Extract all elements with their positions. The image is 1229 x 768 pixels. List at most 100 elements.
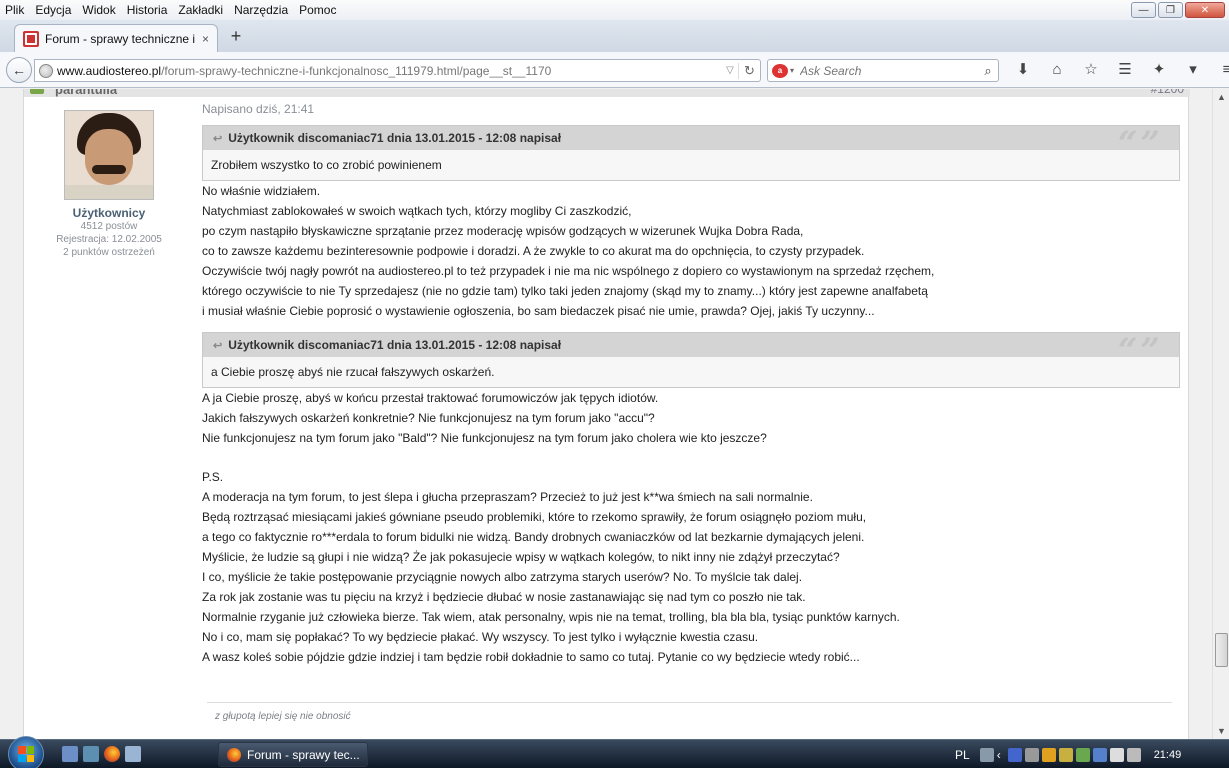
firefox-icon [227,747,241,762]
scroll-down-icon[interactable]: ▼ [1213,723,1229,739]
back-button[interactable]: ← [6,57,32,83]
quicklaunch-app-icon[interactable] [125,746,141,762]
paragraph-2: A ja Ciebie proszę, abyś w końcu przesta… [202,388,1182,448]
dropdown-icon[interactable]: ▾ [1176,60,1210,80]
toolbar-icons: ⬇ ⌂ ☆ ☰ ✦ ▾ ≡ [1006,60,1229,80]
tray-app-icon[interactable] [1075,747,1090,762]
language-indicator[interactable]: PL [955,748,970,762]
close-tab-icon[interactable]: × [202,32,209,46]
menu-history[interactable]: Historia [126,3,169,17]
show-desktop-icon[interactable] [62,746,78,762]
taskbar-window-title: Forum - sprawy tec... [247,747,360,762]
keyboard-icon[interactable] [979,747,994,762]
menu-tools[interactable]: Narzędzia [233,3,289,17]
search-engine-icon[interactable]: a [772,63,788,78]
forum-post: parantulla #1200 Użytkownicy 4512 postów… [23,89,1190,739]
addon-icon[interactable]: ✦ [1142,60,1176,80]
tray-expand-icon[interactable]: ‹ [997,748,1005,762]
home-icon[interactable]: ⌂ [1040,60,1074,80]
text-line: Natychmiast zablokowałeś w swoich wątkac… [202,204,632,218]
page-viewport: parantulla #1200 Użytkownicy 4512 postów… [0,89,1212,739]
menu-file[interactable]: Plik [4,3,25,17]
explorer-icon[interactable] [83,746,99,762]
avatar-moustache [92,165,126,174]
vertical-scrollbar[interactable]: ▲ ▼ [1212,89,1229,739]
tray-app-icon[interactable] [1041,747,1056,762]
quote-marks-icon: “” [1117,331,1163,371]
menu-bookmarks[interactable]: Zakładki [177,3,224,17]
globe-icon [39,63,53,78]
menu-help[interactable]: Pomoc [298,3,337,17]
text-line: P.S. [202,470,224,484]
system-tray: PL ‹ 21:49 [955,740,1181,768]
close-window-button[interactable]: ✕ [1185,2,1225,18]
post-author[interactable]: parantulla [55,89,117,97]
quote-text: Zrobiłem wszystko to co zrobić powiniene… [211,158,442,172]
quote-link-icon[interactable]: ↩ [213,339,222,352]
text-line: Jakich fałszywych oskarżeń konkretnie? N… [202,411,655,425]
avatar-shirt [65,185,153,199]
paragraph-1: No właśnie widziałem. Natychmiast zablok… [202,181,1182,321]
text-line: Będą roztrząsać miesiącami jakieś gównia… [202,510,867,524]
text-line: po czym nastąpiło błyskawiczne sprzątani… [202,224,804,238]
quote-link-icon[interactable]: ↩ [213,132,222,145]
post-signature: z głupotą lepiej się nie obnosić [215,711,351,722]
url-dropdown-icon[interactable]: ▽ [722,65,738,76]
menu-edit[interactable]: Edycja [34,3,72,17]
menu-hamburger-icon[interactable]: ≡ [1210,60,1229,80]
url-text[interactable]: www.audiostereo.pl/forum-sprawy-technicz… [57,64,722,78]
search-icon[interactable]: ⌕ [978,63,998,79]
system-clock[interactable]: 21:49 [1154,749,1182,761]
window-controls: — ❐ ✕ [1131,2,1225,18]
text-line: A ja Ciebie proszę, abyś w końcu przesta… [202,391,659,405]
text-line: Nie funkcjonujesz na tym forum jako "Bal… [202,431,767,445]
user-warning-points[interactable]: 2 punktów ostrzeżeń [24,247,194,258]
avatar-face [85,129,133,185]
post-header: parantulla #1200 [24,89,1190,97]
quote-block: ↩ Użytkownik discomaniac71 dnia 13.01.20… [202,124,1180,181]
bookmarks-list-icon[interactable]: ☰ [1108,60,1142,80]
network-icon[interactable] [1007,747,1022,762]
text-line: co to zawsze każdemu bezinteresownie pod… [202,244,865,258]
post-number[interactable]: #1200 [1151,89,1184,96]
user-post-count: 4512 postów [80,221,138,232]
tray-app-icon[interactable] [1024,747,1039,762]
new-tab-button[interactable]: + [226,26,246,47]
firefox-icon[interactable] [104,746,120,762]
tab-forum[interactable]: Forum - sprawy techniczne i f... × [14,24,218,52]
maximize-button[interactable]: ❐ [1158,2,1183,18]
text-line: No i co, mam się popłakać? To wy będziec… [202,630,759,644]
bookmark-star-icon[interactable]: ☆ [1074,60,1108,80]
volume-icon[interactable] [1126,747,1141,762]
search-input[interactable] [800,63,978,78]
text-line: Za rok jak zostanie was tu pięciu na krz… [202,590,806,604]
search-engine-dropdown-icon[interactable]: ▾ [790,66,794,75]
text-line: którego oczywiście to nie Ty sprzedajesz… [202,284,928,298]
scrollbar-thumb[interactable] [1215,633,1228,667]
taskbar-window-firefox[interactable]: Forum - sprawy tec... [218,742,368,767]
taskbar: Forum - sprawy tec... PL ‹ 21:49 [0,736,1229,768]
quote-header: ↩ Użytkownik discomaniac71 dnia 13.01.20… [203,331,1179,371]
text-line: Normalnie rzyganie już człowieka bierze.… [202,610,900,624]
url-domain: www.audiostereo.pl [57,63,162,78]
post-date: Napisano dziś, 21:41 [202,102,315,116]
tray-app-icon[interactable] [1058,747,1073,762]
menu-view[interactable]: Widok [81,3,116,17]
action-center-icon[interactable] [1109,747,1124,762]
minimize-button[interactable]: — [1131,2,1156,18]
scroll-up-icon[interactable]: ▲ [1213,89,1229,105]
quote-header-text: Użytkownik discomaniac71 dnia 13.01.2015… [228,131,562,145]
start-button[interactable] [8,736,44,768]
quote-header: ↩ Użytkownik discomaniac71 dnia 13.01.20… [203,124,1179,164]
windows-logo-icon [18,746,34,762]
address-bar[interactable]: www.audiostereo.pl/forum-sprawy-technicz… [34,59,761,82]
menu-bar: Plik Edycja Widok Historia Zakładki Narz… [0,0,1229,20]
search-bar[interactable]: a ▾ ⌕ [767,59,999,82]
reload-icon[interactable]: ↻ [738,62,760,79]
quote-marks-icon: “” [1117,124,1163,164]
avatar[interactable] [64,110,154,200]
download-icon[interactable]: ⬇ [1006,60,1040,80]
tab-title: Forum - sprawy techniczne i f... [45,31,196,46]
tray-app-icon[interactable] [1092,747,1107,762]
